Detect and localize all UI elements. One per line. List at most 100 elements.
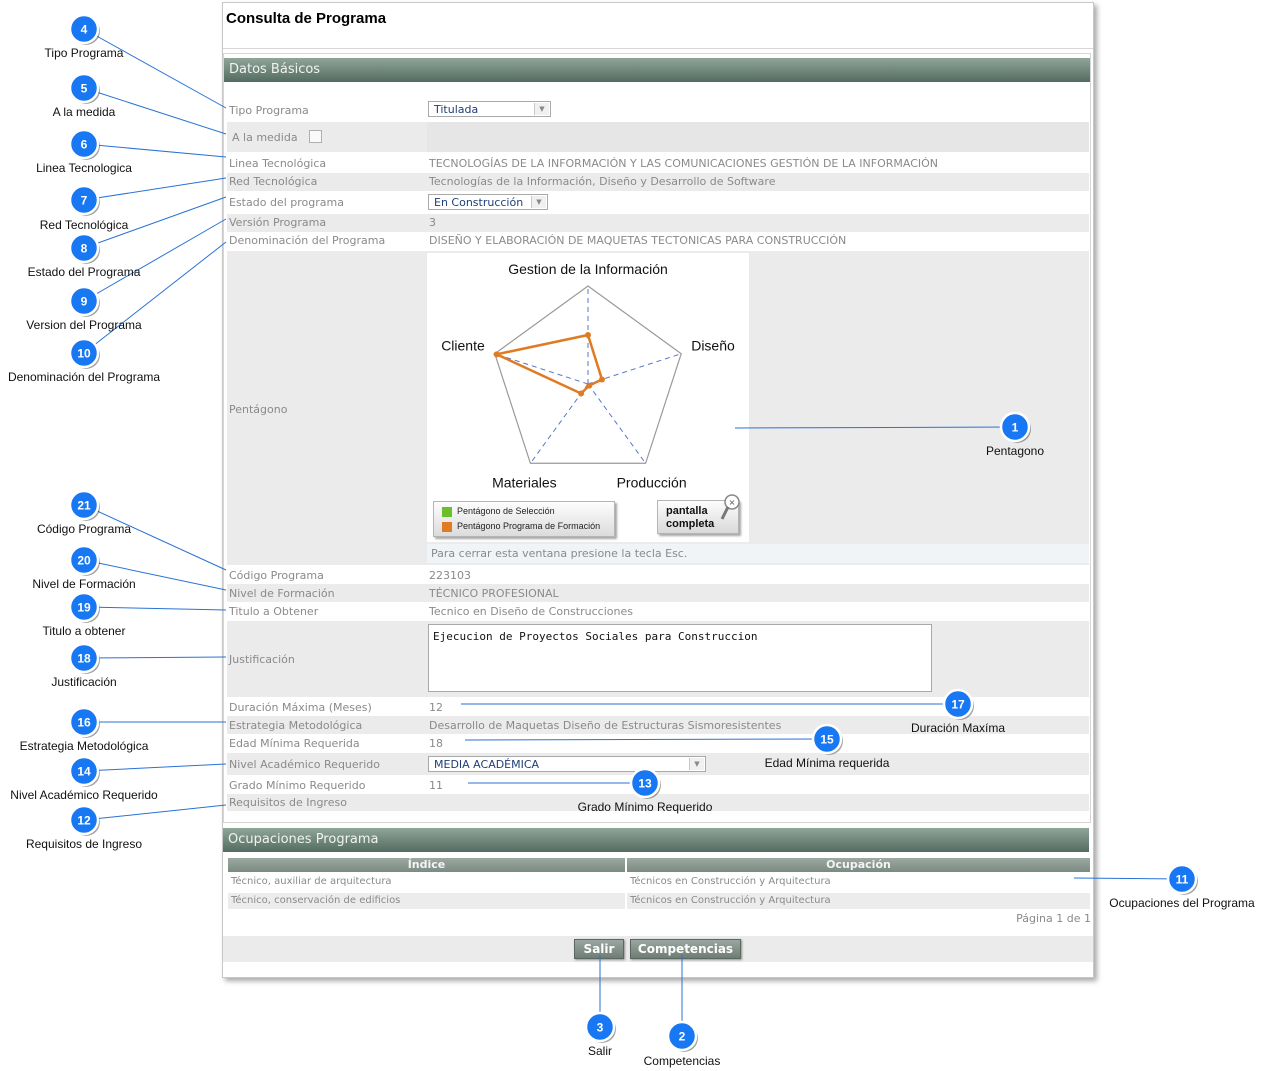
callout-shadow-21	[72, 493, 100, 521]
label-denominacion: Denominación del Programa	[229, 234, 386, 247]
axis-label-2: Producción	[617, 474, 687, 490]
callout-number-6: 6	[81, 138, 88, 152]
callout-label-16: Estrategia Metodológica	[19, 739, 149, 753]
pentagon-chart: Gestion de la Información Diseño Producció…	[441, 261, 735, 490]
chevron-down-icon[interactable]: ▼	[689, 758, 704, 770]
callout-label-6: Linea Tecnologica	[36, 161, 132, 175]
label-estrategia: Estrategia Metodológica	[229, 719, 363, 732]
callout-number-9: 9	[81, 295, 88, 309]
pagination-text: Página 1 de 1	[1016, 912, 1091, 925]
callout-number-16: 16	[77, 716, 91, 730]
callout-label-14: Nivel Académico Requerido	[10, 788, 158, 802]
chevron-down-icon[interactable]: ▼	[531, 196, 546, 208]
legend-item-program: Pentágono Programa de Formación	[442, 520, 600, 532]
axis-label-4: Cliente	[441, 338, 485, 354]
series-point-1-2	[586, 382, 593, 389]
label-justificacion: Justificación	[229, 653, 295, 666]
callout-shadow-6	[72, 132, 100, 160]
chevron-down-icon[interactable]: ▼	[534, 103, 549, 115]
page-title: Consulta de Programa	[226, 10, 387, 27]
label-nivel-formacion: Nivel de Formación	[229, 587, 335, 600]
callout-number-5: 5	[81, 82, 88, 96]
label-version-programa: Versión Programa	[229, 216, 327, 229]
table-cell: Técnico, auxiliar de arquitectura	[228, 874, 625, 890]
title-divider	[223, 48, 1093, 49]
callout-shadow-5	[72, 76, 100, 104]
label-estado-programa: Estado del programa	[229, 196, 344, 209]
callout-number-7: 7	[81, 194, 88, 208]
row-duracion-maxima: Duración Máxima (Meses) 12	[227, 698, 1089, 716]
program-panel: Consulta de Programa Datos Básicos Tipo …	[222, 2, 1094, 978]
value-nivel-formacion: TÉCNICO PROFESIONAL	[429, 587, 559, 600]
value-denominacion: DISEÑO Y ELABORACIÓN DE MAQUETAS TECTONI…	[429, 234, 847, 247]
table-cell: Técnicos en Construcción y Arquitectura	[627, 893, 1090, 909]
callout-label-11: Ocupaciones del Programa	[1109, 896, 1255, 910]
callout-number-3: 3	[597, 1021, 604, 1035]
callout-label-19: Titulo a obtener	[42, 624, 126, 638]
justificacion-textarea[interactable]: Ejecucion de Proyectos Sociales para Con…	[428, 624, 932, 692]
row-tipo-programa: Tipo Programa Titulada ▼	[227, 99, 1089, 121]
value-version-programa: 3	[429, 216, 436, 229]
callout-label-5: A la medida	[52, 105, 116, 119]
label-pentagono: Pentágono	[229, 403, 288, 416]
salir-button[interactable]: Salir	[574, 939, 624, 959]
callout-circle-12	[68, 804, 100, 836]
nivel-academico-select[interactable]: MEDIA ACADÉMICA ▼	[428, 756, 706, 772]
row-edad-minima: Edad Mínima Requerida 18	[227, 734, 1089, 752]
callout-label-3: Salir	[587, 1044, 613, 1058]
callout-circle-16	[68, 706, 100, 738]
form-container: Datos Básicos Tipo Programa Titulada ▼ A…	[223, 53, 1091, 823]
a-la-medida-value-cell	[427, 122, 1089, 152]
callout-shadow-16	[72, 710, 100, 738]
callout-number-11: 11	[1176, 873, 1189, 887]
a-la-medida-checkbox[interactable]	[309, 130, 322, 143]
label-duracion-maxima: Duración Máxima (Meses)	[229, 701, 372, 714]
callout-number-2: 2	[679, 1030, 686, 1044]
full-screen-button[interactable]: pantalla completa ×	[657, 494, 740, 534]
callout-circle-20	[68, 544, 100, 576]
callout-circle-11	[1166, 863, 1198, 895]
callout-number-21: 21	[77, 499, 91, 513]
row-pentagono: Pentágono Gestion de la Información Diseñ…	[227, 251, 1089, 565]
table-cell: Técnico, conservación de edificios	[228, 893, 625, 909]
label-requisitos: Requisitos de Ingreso	[229, 796, 347, 809]
callout-label-10: Denominación del Programa	[7, 370, 161, 384]
row-linea-tecnologica: Linea Tecnológica TECNOLOGÍAS DE LA INFO…	[227, 155, 1089, 173]
pentagon-axis	[587, 383, 647, 464]
row-titulo-obtener: Titulo a Obtener Tecnico en Diseño de Co…	[227, 602, 1089, 620]
section-header-occupations: Ocupaciones Programa	[223, 828, 1089, 852]
label-nivel-academico: Nivel Académico Requerido	[229, 758, 380, 771]
callout-shadow-20	[72, 548, 100, 576]
footer-bar: Salir Competencias	[223, 936, 1093, 962]
value-grado-minimo: 11	[429, 779, 443, 792]
label-codigo-programa: Código Programa	[229, 569, 324, 582]
estado-programa-select[interactable]: En Construcción ▼	[428, 194, 548, 210]
callout-shadow-11	[1170, 867, 1198, 895]
value-estrategia: Desarrollo de Maquetas Diseño de Estruct…	[429, 719, 782, 732]
column-header-indice[interactable]: Índice	[228, 858, 625, 872]
axis-label-1: Diseño	[691, 338, 735, 354]
callout-line-18	[83, 656, 227, 659]
svg-text:×: ×	[729, 498, 736, 507]
label-red-tecnologica: Red Tecnológica	[229, 175, 318, 188]
tipo-programa-select[interactable]: Titulada ▼	[428, 101, 551, 117]
callout-circle-14	[68, 755, 100, 787]
callout-label-17: Duración Maxíma	[910, 721, 1006, 735]
table-cell: Técnicos en Construcción y Arquitectura	[627, 874, 1090, 890]
callout-line-14	[83, 763, 227, 772]
callout-number-10: 10	[77, 347, 91, 361]
pentagon-axis	[494, 353, 589, 385]
callout-circle-2	[666, 1020, 698, 1052]
callout-number-14: 14	[77, 765, 91, 779]
callout-shadow-19	[72, 595, 100, 623]
column-header-ocupacion[interactable]: Ocupación	[627, 858, 1090, 872]
section-header-basic: Datos Básicos	[224, 58, 1090, 82]
label-linea-tecnologica: Linea Tecnológica	[229, 157, 327, 170]
callout-circle-21	[68, 489, 100, 521]
callout-circle-7	[68, 184, 100, 216]
callout-number-12: 12	[77, 814, 91, 828]
legend-swatch-program	[442, 521, 452, 532]
competencias-button[interactable]: Competencias	[630, 939, 741, 959]
callout-number-20: 20	[77, 554, 91, 568]
callout-line-21	[83, 504, 227, 571]
